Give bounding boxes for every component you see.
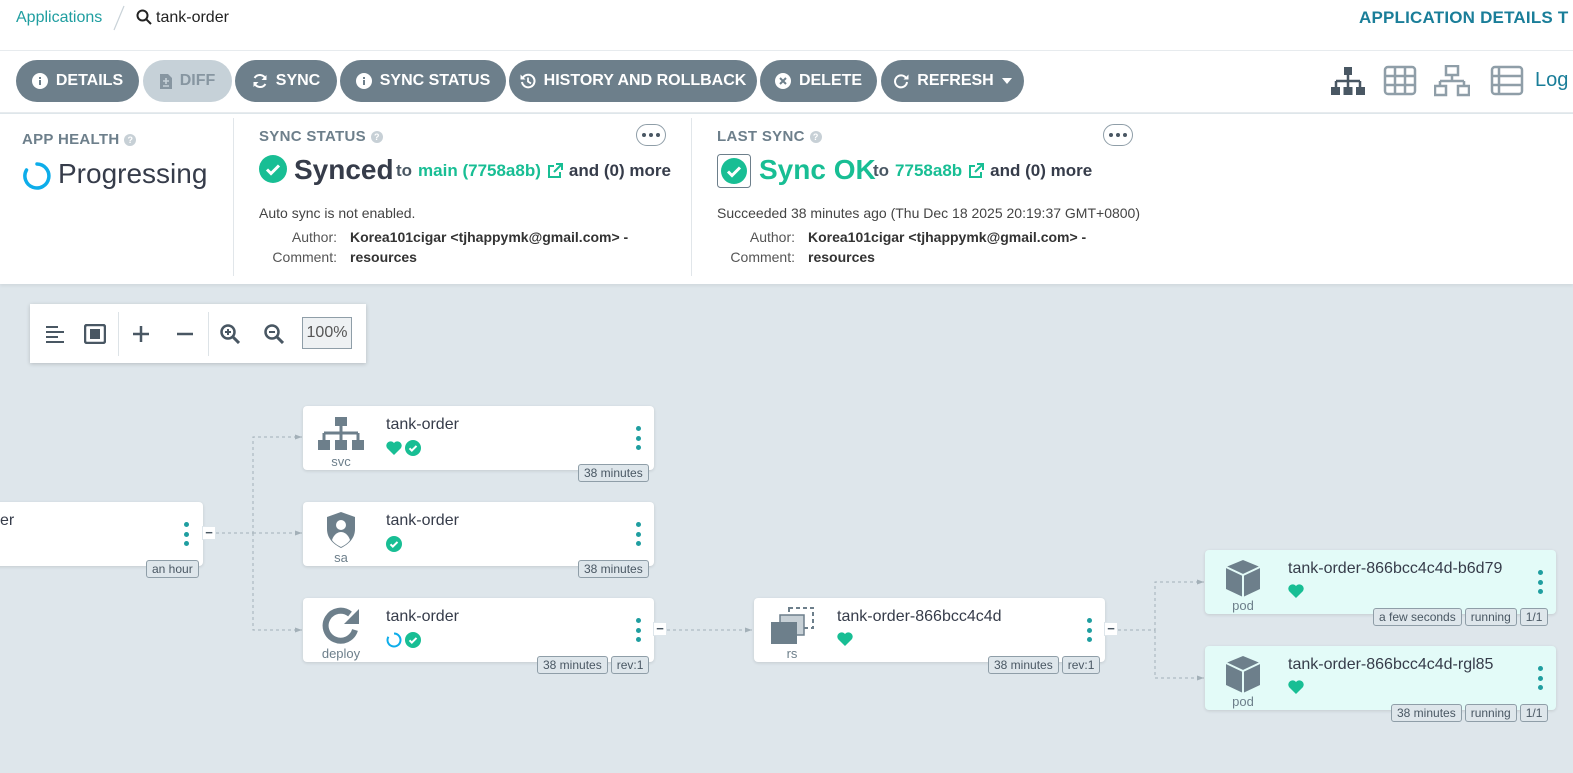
node-tag: rev:1 xyxy=(610,656,650,674)
node-menu-icon[interactable] xyxy=(1538,666,1544,690)
node-status xyxy=(1288,584,1304,598)
node-menu-icon[interactable] xyxy=(184,522,190,546)
collapse-toggle[interactable]: − xyxy=(202,526,216,540)
check-circle-icon xyxy=(405,632,421,648)
node-tag: an hour xyxy=(146,560,199,578)
node-status xyxy=(386,632,421,648)
heart-icon xyxy=(1288,584,1304,598)
node-menu-icon[interactable] xyxy=(1538,570,1544,594)
svc-node-tags: 38 minutes xyxy=(578,464,649,482)
node-tag: 38 minutes xyxy=(537,656,608,674)
node-kind: svc xyxy=(331,454,351,469)
node-tag: a few seconds xyxy=(1373,608,1462,626)
heart-icon xyxy=(386,441,402,455)
node-status xyxy=(386,440,421,456)
collapse-toggle[interactable]: − xyxy=(1104,622,1118,636)
application-node[interactable]: er xyxy=(0,502,203,566)
node-kind: rs xyxy=(786,646,798,661)
cube-icon xyxy=(1219,654,1267,694)
node-menu-icon[interactable] xyxy=(636,426,642,450)
node-tag: 38 minutes xyxy=(1391,704,1462,722)
node-status xyxy=(1288,680,1304,694)
node-status xyxy=(837,632,853,646)
node-menu-icon[interactable] xyxy=(1087,618,1093,642)
node-tag: 38 minutes xyxy=(578,464,649,482)
node-tag: 38 minutes xyxy=(578,560,649,578)
node-name: tank-order xyxy=(386,512,459,529)
heart-icon xyxy=(1288,680,1304,694)
sa-node-tags: 38 minutes xyxy=(578,560,649,578)
node-tag: 1/1 xyxy=(1519,608,1549,626)
deploy-node-tags: 38 minutes rev:1 xyxy=(537,656,650,674)
service-account-node[interactable]: sa tank-order xyxy=(303,502,654,566)
node-name: tank-order xyxy=(386,416,459,433)
replicaset-node[interactable]: rs tank-order-866bcc4c4d xyxy=(754,598,1105,662)
pod-node[interactable]: pod tank-order-866bcc4c4d-rgl85 xyxy=(1205,646,1556,710)
heart-icon xyxy=(837,632,853,646)
pod1-node-tags: a few seconds running 1/1 xyxy=(1373,608,1549,626)
node-tag: rev:1 xyxy=(1061,656,1101,674)
deployment-icon xyxy=(317,606,365,646)
node-menu-icon[interactable] xyxy=(636,522,642,546)
node-status xyxy=(386,536,402,552)
user-shield-icon xyxy=(317,510,365,550)
node-name: tank-order-866bcc4c4d-rgl85 xyxy=(1288,656,1494,673)
node-name: tank-order xyxy=(386,608,459,625)
node-menu-icon[interactable] xyxy=(636,618,642,642)
node-kind: pod xyxy=(1232,694,1254,709)
app-node-tags: an hour xyxy=(146,560,199,578)
node-tag: 38 minutes xyxy=(988,656,1059,674)
replicaset-icon xyxy=(768,606,816,646)
progressing-icon xyxy=(386,632,402,648)
sitemap-icon xyxy=(317,414,365,454)
check-circle-icon xyxy=(405,440,421,456)
collapse-toggle[interactable]: − xyxy=(653,622,667,636)
rs-node-tags: 38 minutes rev:1 xyxy=(988,656,1101,674)
deployment-node[interactable]: deploy tank-order xyxy=(303,598,654,662)
node-tag: running xyxy=(1464,704,1517,722)
node-name: er xyxy=(0,512,15,529)
pod-node[interactable]: pod tank-order-866bcc4c4d-b6d79 xyxy=(1205,550,1556,614)
node-kind: pod xyxy=(1232,598,1254,613)
node-tag: 1/1 xyxy=(1519,704,1549,722)
pod2-node-tags: 38 minutes running 1/1 xyxy=(1391,704,1549,722)
node-kind: deploy xyxy=(321,646,361,661)
node-name: tank-order-866bcc4c4d xyxy=(837,608,1002,625)
check-circle-icon xyxy=(386,536,402,552)
node-tag: running xyxy=(1464,608,1517,626)
cube-icon xyxy=(1219,558,1267,598)
service-node[interactable]: svc tank-order xyxy=(303,406,654,470)
node-name: tank-order-866bcc4c4d-b6d79 xyxy=(1288,560,1503,577)
node-kind: sa xyxy=(334,550,348,565)
